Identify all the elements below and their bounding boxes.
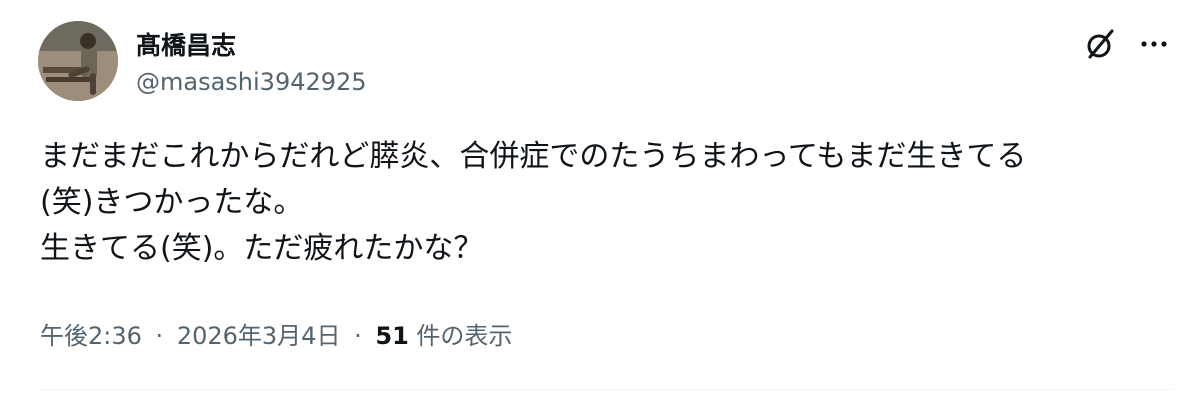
tweet-text: まだまだこれからだれど膵炎、合併症でのたうちまわってもまだ生きてる (笑)きつか… [40, 134, 1170, 272]
tweet-text-line: 生きてる(笑)。ただ疲れたかな？ [40, 231, 484, 266]
author-handle[interactable]: @masashi3942925 [136, 68, 367, 96]
tweet-text-line: まだまだこれからだれど膵炎、合併症でのたうちまわってもまだ生きてる [40, 139, 1027, 174]
meta-separator: · [155, 322, 164, 350]
avatar[interactable] [38, 21, 118, 101]
tweet-card: 髙橋昌志 @masashi3942925 まだまだこれからだれど膵炎、合併症での… [0, 0, 1180, 405]
author-display-name[interactable]: 髙橋昌志 [136, 26, 236, 62]
tweet-time[interactable]: 午後2:36 [40, 322, 142, 350]
tweet-meta: 午後2:36 · 2026年3月4日 · 51 件の表示 [40, 316, 512, 351]
more-options-icon[interactable] [1136, 26, 1172, 62]
tweet-text-line: (笑)きつかったな。 [40, 185, 304, 220]
views-label[interactable]: 件の表示 [416, 322, 512, 350]
views-count[interactable]: 51 [375, 322, 408, 350]
grok-icon[interactable] [1082, 26, 1118, 62]
tweet-date[interactable]: 2026年3月4日 [177, 322, 341, 350]
meta-separator: · [354, 322, 362, 350]
divider [38, 389, 1172, 390]
avatar-photo [38, 21, 118, 101]
